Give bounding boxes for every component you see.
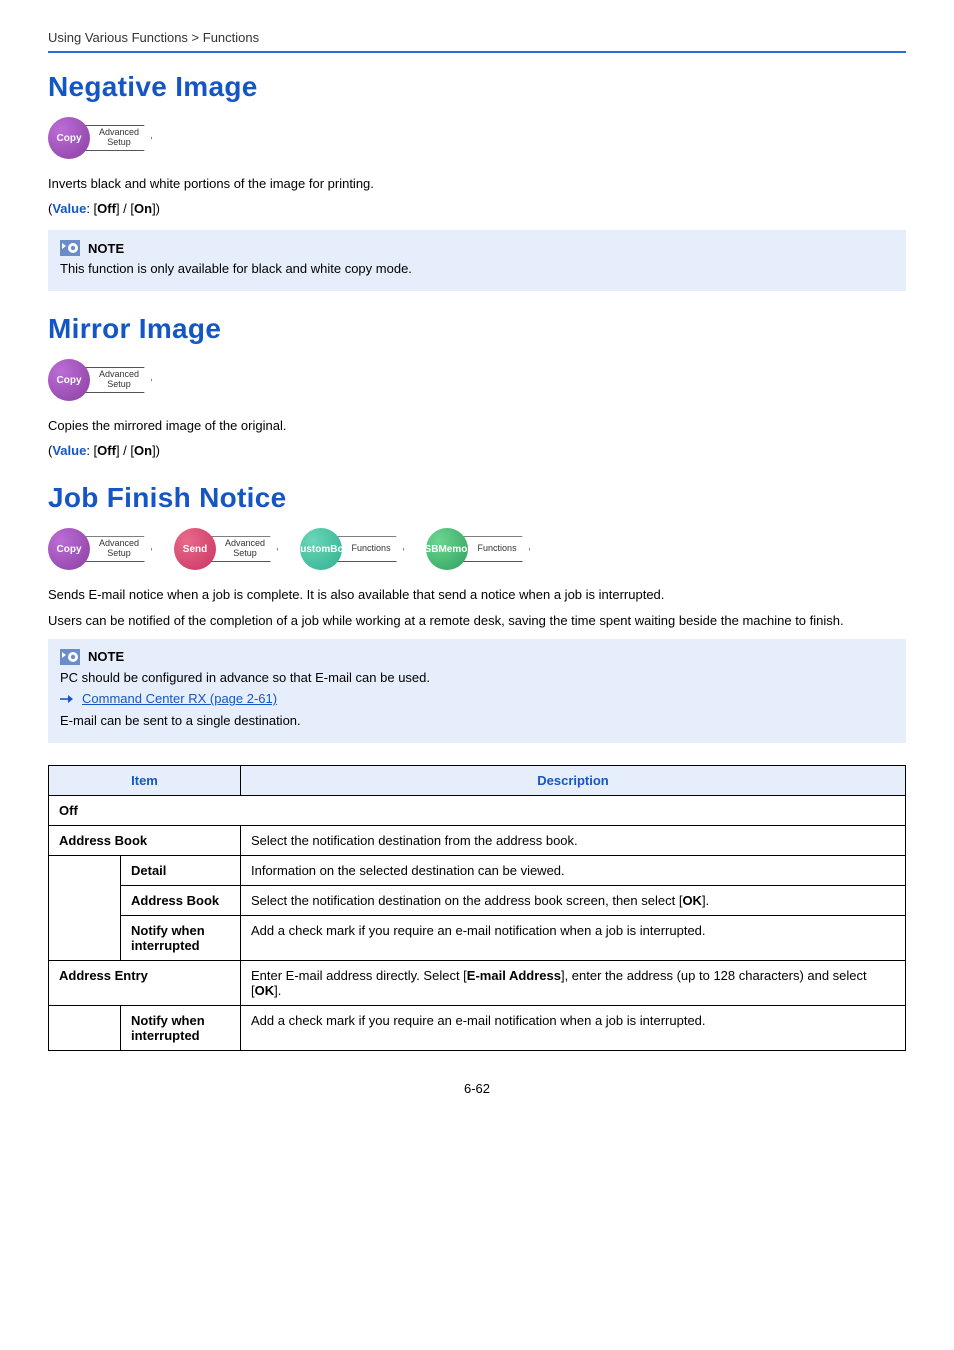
divider bbox=[48, 51, 906, 53]
badge-copy: Copy AdvancedSetup bbox=[48, 117, 152, 159]
note-icon bbox=[60, 240, 80, 256]
badge-circle-send: Send bbox=[174, 528, 216, 570]
row-abook2-label: Address Book bbox=[121, 886, 241, 916]
note-text-single-dest: E-mail can be sent to a single destinati… bbox=[60, 712, 894, 731]
indent-cell bbox=[49, 1006, 121, 1051]
badge-tag-advanced-setup: AdvancedSetup bbox=[210, 536, 278, 562]
breadcrumb: Using Various Functions > Functions bbox=[48, 30, 906, 45]
row-notify2-label: Notify when interrupted bbox=[121, 1006, 241, 1051]
row-detail-desc: Information on the selected destination … bbox=[241, 856, 906, 886]
row-address-entry-label: Address Entry bbox=[49, 961, 241, 1006]
row-address-book-desc: Select the notification destination from… bbox=[241, 826, 906, 856]
note-text-pc: PC should be configured in advance so th… bbox=[60, 669, 894, 688]
badge-tag-advanced-setup: AdvancedSetup bbox=[84, 125, 152, 151]
row-off: Off bbox=[49, 796, 906, 826]
jobfinish-desc1: Sends E-mail notice when a job is comple… bbox=[48, 586, 906, 604]
mirror-desc: Copies the mirrored image of the origina… bbox=[48, 417, 906, 435]
row-abook2-desc: Select the notification destination on t… bbox=[241, 886, 906, 916]
badge-circle-custom-box: CustomBox bbox=[300, 528, 342, 570]
negative-desc: Inverts black and white portions of the … bbox=[48, 175, 906, 193]
badge-circle-copy: Copy bbox=[48, 359, 90, 401]
negative-value: (Value: [Off] / [On]) bbox=[48, 201, 906, 216]
row-address-entry-desc: Enter E-mail address directly. Select [E… bbox=[241, 961, 906, 1006]
note-box-jobfinish: NOTE PC should be configured in advance … bbox=[48, 639, 906, 744]
heading-mirror-image: Mirror Image bbox=[48, 313, 906, 345]
row-notify2-desc: Add a check mark if you require an e-mai… bbox=[241, 1006, 906, 1051]
badge-circle-copy: Copy bbox=[48, 117, 90, 159]
badge-tag-advanced-setup: AdvancedSetup bbox=[84, 536, 152, 562]
th-description: Description bbox=[241, 766, 906, 796]
row-notify1-label: Notify when interrupted bbox=[121, 916, 241, 961]
row-address-book-label: Address Book bbox=[49, 826, 241, 856]
th-item: Item bbox=[49, 766, 241, 796]
badge-circle-usb-memory: USBMemory bbox=[426, 528, 468, 570]
jobfinish-desc2: Users can be notified of the completion … bbox=[48, 612, 906, 630]
row-detail-label: Detail bbox=[121, 856, 241, 886]
badge-copy: Copy AdvancedSetup bbox=[48, 359, 152, 401]
badge-usb-memory: USBMemory Functions bbox=[426, 528, 530, 570]
badge-send: Send AdvancedSetup bbox=[174, 528, 278, 570]
badge-tag-advanced-setup: AdvancedSetup bbox=[84, 367, 152, 393]
page-number: 6-62 bbox=[48, 1081, 906, 1096]
options-table: Item Description Off Address Book Select… bbox=[48, 765, 906, 1051]
heading-job-finish-notice: Job Finish Notice bbox=[48, 482, 906, 514]
row-notify1-desc: Add a check mark if you require an e-mai… bbox=[241, 916, 906, 961]
heading-negative-image: Negative Image bbox=[48, 71, 906, 103]
arrow-right-icon bbox=[60, 694, 74, 704]
note-label: NOTE bbox=[88, 241, 124, 256]
note-icon bbox=[60, 649, 80, 665]
indent-cell bbox=[49, 856, 121, 961]
link-command-center-rx[interactable]: Command Center RX (page 2-61) bbox=[82, 691, 277, 706]
note-label: NOTE bbox=[88, 649, 124, 664]
note-box-negative: NOTE This function is only available for… bbox=[48, 230, 906, 291]
badge-custom-box: CustomBox Functions bbox=[300, 528, 404, 570]
badge-copy: Copy AdvancedSetup bbox=[48, 528, 152, 570]
note-text-negative: This function is only available for blac… bbox=[60, 260, 894, 279]
badge-circle-copy: Copy bbox=[48, 528, 90, 570]
mirror-value: (Value: [Off] / [On]) bbox=[48, 443, 906, 458]
